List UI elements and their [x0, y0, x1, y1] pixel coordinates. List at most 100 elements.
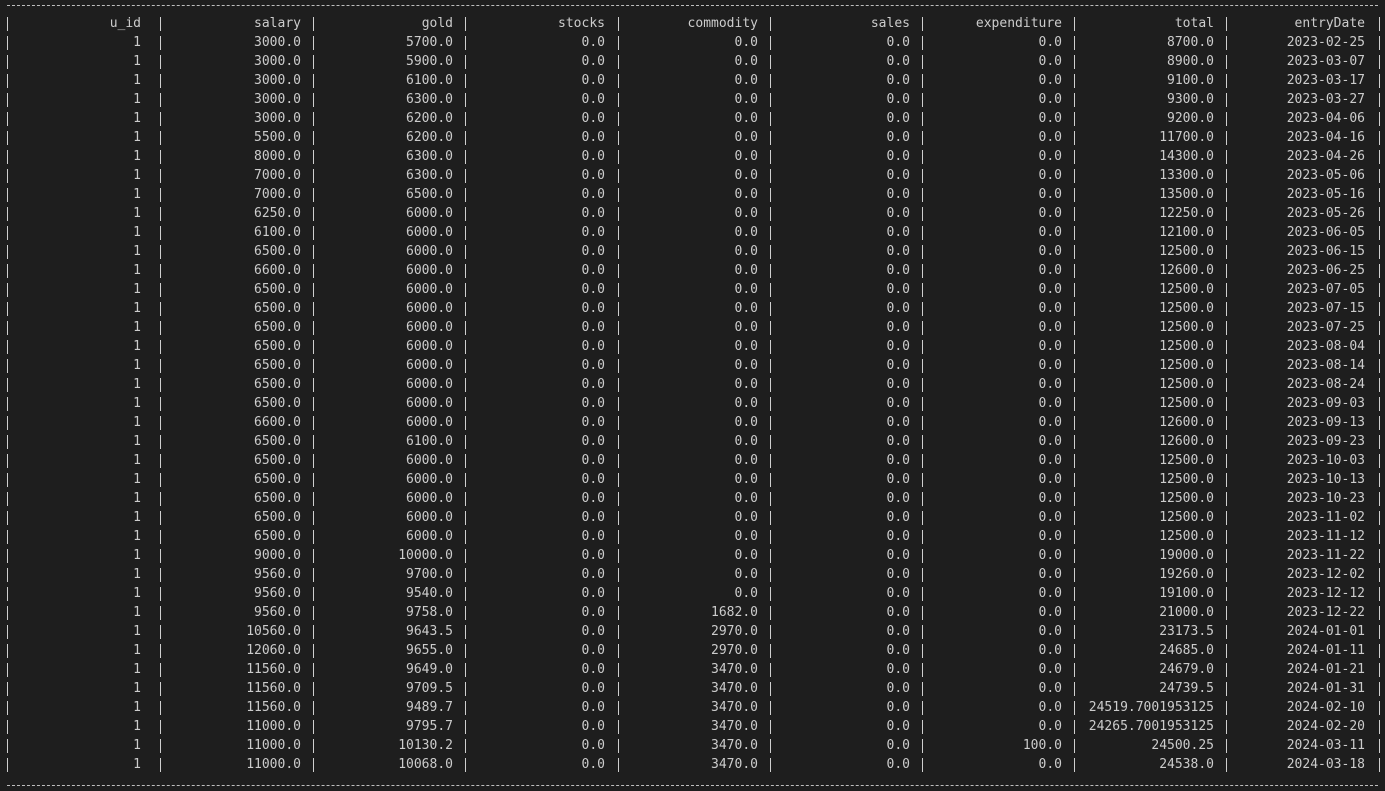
cell-sales: 0.0: [886, 700, 910, 715]
header-sales: sales: [870, 16, 910, 31]
cell-salary: 6500.0: [254, 339, 301, 354]
column-separator: [922, 188, 923, 202]
column-separator: [618, 568, 619, 582]
column-separator: [1226, 530, 1227, 544]
cell-gold: 6100.0: [406, 434, 453, 449]
cell-sales: 0.0: [886, 529, 910, 544]
table-row: 1 9560.0 9700.0 0.0 0.0 0.0 0.0 19260.0 2023-12-…: [0, 565, 1385, 584]
cell-salary: 11560.0: [246, 700, 301, 715]
column-separator: [465, 55, 466, 69]
cell-stocks: 0.0: [581, 415, 605, 430]
cell-u-id: 1: [133, 700, 141, 715]
table-row: 1 6500.0 6000.0 0.0 0.0 0.0 0.0 12500.0 2023-11-…: [0, 508, 1385, 527]
cell-salary: 6500.0: [254, 358, 301, 373]
column-separator: [313, 302, 314, 316]
column-separator: [1226, 55, 1227, 69]
cell-commodity: 0.0: [734, 529, 758, 544]
column-separator: [618, 302, 619, 316]
cell-stocks: 0.0: [581, 396, 605, 411]
column-separator: [1226, 188, 1227, 202]
column-separator: [1379, 36, 1380, 50]
column-separator: [1226, 720, 1227, 734]
cell-expenditure: 0.0: [1038, 282, 1062, 297]
cell-entry-date: 2024-01-11: [1286, 643, 1365, 658]
cell-commodity: 0.0: [734, 548, 758, 563]
cell-commodity: 0.0: [734, 130, 758, 145]
column-separator: [7, 644, 8, 658]
column-separator: [160, 226, 161, 240]
column-separator: [7, 682, 8, 696]
cell-gold: 10000.0: [398, 548, 453, 563]
table-row: 1 6600.0 6000.0 0.0 0.0 0.0 0.0 12600.0 2023-09-…: [0, 413, 1385, 432]
column-separator: [922, 663, 923, 677]
cell-u-id: 1: [133, 339, 141, 354]
cell-expenditure: 0.0: [1038, 35, 1062, 50]
column-separator: [770, 644, 771, 658]
cell-expenditure: 0.0: [1038, 92, 1062, 107]
table-row: 1 3000.0 6100.0 0.0 0.0 0.0 0.0 9100.0 2023-03-1…: [0, 71, 1385, 90]
column-separator: [618, 720, 619, 734]
cell-total: 9100.0: [1167, 73, 1214, 88]
column-separator: [160, 359, 161, 373]
column-separator: [618, 245, 619, 259]
cell-expenditure: 100.0: [1022, 738, 1062, 753]
cell-sales: 0.0: [886, 149, 910, 164]
column-separator: [1379, 568, 1380, 582]
cell-u-id: 1: [133, 605, 141, 620]
column-separator: [465, 169, 466, 183]
column-separator: [465, 663, 466, 677]
cell-entry-date: 2023-09-23: [1286, 434, 1365, 449]
column-separator: [313, 587, 314, 601]
column-separator: [1226, 454, 1227, 468]
cell-total: 24679.0: [1159, 662, 1214, 677]
column-separator: [7, 112, 8, 126]
column-separator: [618, 17, 619, 31]
cell-total: 12500.0: [1159, 377, 1214, 392]
cell-stocks: 0.0: [581, 510, 605, 525]
cell-commodity: 0.0: [734, 206, 758, 221]
cell-stocks: 0.0: [581, 529, 605, 544]
cell-commodity: 0.0: [734, 320, 758, 335]
column-separator: [770, 74, 771, 88]
cell-u-id: 1: [133, 415, 141, 430]
column-separator: [770, 359, 771, 373]
cell-gold: 9795.7: [406, 719, 453, 734]
column-separator: [1074, 226, 1075, 240]
column-separator: [1074, 587, 1075, 601]
table-row: 1 6500.0 6000.0 0.0 0.0 0.0 0.0 12500.0 2023-07-…: [0, 318, 1385, 337]
column-separator: [160, 587, 161, 601]
column-separator: [160, 454, 161, 468]
column-separator: [1379, 606, 1380, 620]
column-separator: [313, 663, 314, 677]
cell-gold: 9709.5: [406, 681, 453, 696]
column-separator: [313, 188, 314, 202]
column-separator: [770, 701, 771, 715]
cell-entry-date: 2023-06-25: [1286, 263, 1365, 278]
cell-commodity: 0.0: [734, 377, 758, 392]
column-separator: [7, 245, 8, 259]
column-separator: [1379, 245, 1380, 259]
cell-commodity: 0.0: [734, 225, 758, 240]
cell-entry-date: 2024-01-01: [1286, 624, 1365, 639]
cell-u-id: 1: [133, 681, 141, 696]
column-separator: [618, 131, 619, 145]
column-separator: [313, 55, 314, 69]
column-separator: [770, 321, 771, 335]
column-separator: [1379, 131, 1380, 145]
cell-total: 13500.0: [1159, 187, 1214, 202]
column-separator: [1226, 131, 1227, 145]
column-separator: [7, 188, 8, 202]
column-separator: [1226, 17, 1227, 31]
column-separator: [770, 340, 771, 354]
column-separator: [770, 549, 771, 563]
cell-commodity: 0.0: [734, 339, 758, 354]
cell-sales: 0.0: [886, 567, 910, 582]
table-row: 1 11560.0 9489.7 0.0 3470.0 0.0 0.0 24519.70019…: [0, 698, 1385, 717]
cell-salary: 11560.0: [246, 681, 301, 696]
cell-expenditure: 0.0: [1038, 757, 1062, 772]
column-separator: [313, 359, 314, 373]
column-separator: [465, 397, 466, 411]
cell-sales: 0.0: [886, 92, 910, 107]
cell-commodity: 0.0: [734, 187, 758, 202]
column-separator: [1074, 17, 1075, 31]
